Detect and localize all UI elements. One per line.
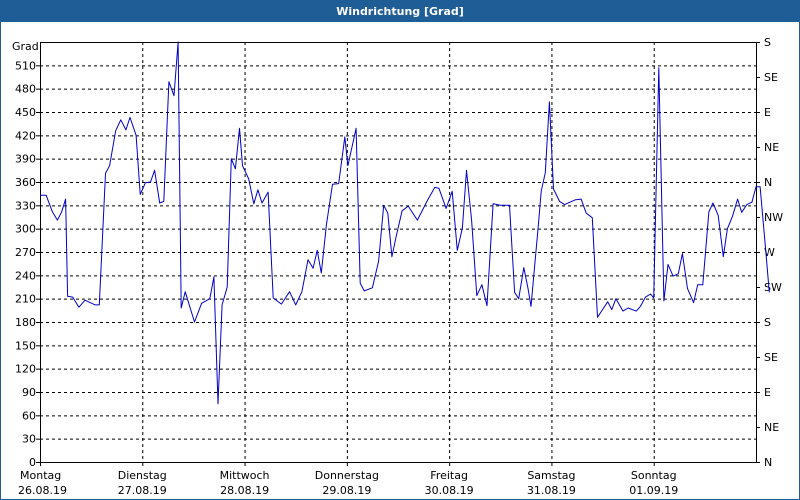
compass-tick-label: SE	[764, 71, 778, 84]
x-tick-day-label: Montag	[20, 469, 61, 482]
x-tick-day-label: Mittwoch	[220, 469, 270, 482]
y-tick-label: 210	[15, 293, 36, 306]
x-tick-day-label: Sonntag	[631, 469, 677, 482]
x-tick-date-label: 31.08.19	[527, 484, 576, 497]
compass-tick-label: SW	[764, 281, 782, 294]
x-tick-date-label: 28.08.19	[220, 484, 269, 497]
compass-tick-label: E	[764, 106, 771, 119]
y-tick-label: 30	[22, 433, 36, 446]
y-tick-label: 300	[15, 223, 36, 236]
x-tick-date-label: 27.08.19	[118, 484, 167, 497]
x-tick-date-label: 01.09.19	[629, 484, 678, 497]
x-tick-date-label: 30.08.19	[425, 484, 474, 497]
compass-tick-label: N	[764, 456, 772, 469]
y-tick-label: 510	[15, 59, 36, 72]
y-tick-label: 60	[22, 409, 36, 422]
y-tick-label: 240	[15, 269, 36, 282]
axes	[36, 42, 760, 466]
compass-tick-label: NE	[764, 421, 779, 434]
titlebar: Windrichtung [Grad]	[0, 0, 800, 22]
x-tick-date-label: 29.08.19	[322, 484, 371, 497]
x-tick-day-label: Donnerstag	[315, 469, 379, 482]
plot-frame	[40, 42, 757, 463]
y-tick-label: 0	[29, 456, 36, 469]
compass-tick-label: NE	[764, 141, 779, 154]
x-tick-day-label: Dienstag	[118, 469, 167, 482]
y-tick-label: 480	[15, 83, 36, 96]
y-tick-label: 330	[15, 199, 36, 212]
compass-tick-label: S	[764, 36, 771, 49]
y-tick-label: 390	[15, 153, 36, 166]
x-tick-day-label: Freitag	[430, 469, 468, 482]
y-tick-label: 150	[15, 339, 36, 352]
wind-direction-series-line	[40, 41, 770, 405]
grid	[40, 42, 756, 462]
y-tick-label: 90	[22, 386, 36, 399]
series-layer	[40, 41, 770, 405]
y-tick-label: 420	[15, 129, 36, 142]
y-tick-label: 180	[15, 316, 36, 329]
compass-tick-label: S	[764, 316, 771, 329]
y-tick-label: 120	[15, 363, 36, 376]
line-chart: 0 30 60 90 120 150 180 210 240 270 300 330 360 390 420…	[12, 36, 783, 497]
compass-tick-label: NW	[764, 211, 783, 224]
compass-tick-label: E	[764, 386, 771, 399]
compass-tick-label: SE	[764, 351, 778, 364]
compass-tick-label: N	[764, 176, 772, 189]
y-tick-label: 270	[15, 246, 36, 259]
chart-title: Windrichtung [Grad]	[336, 4, 464, 18]
x-tick-date-label: 26.08.19	[18, 484, 67, 497]
x-tick-day-label: Samstag	[527, 469, 575, 482]
y-tick-label: 360	[15, 176, 36, 189]
y-tick-label: 450	[15, 106, 36, 119]
y-axis-label: Grad	[12, 40, 39, 53]
